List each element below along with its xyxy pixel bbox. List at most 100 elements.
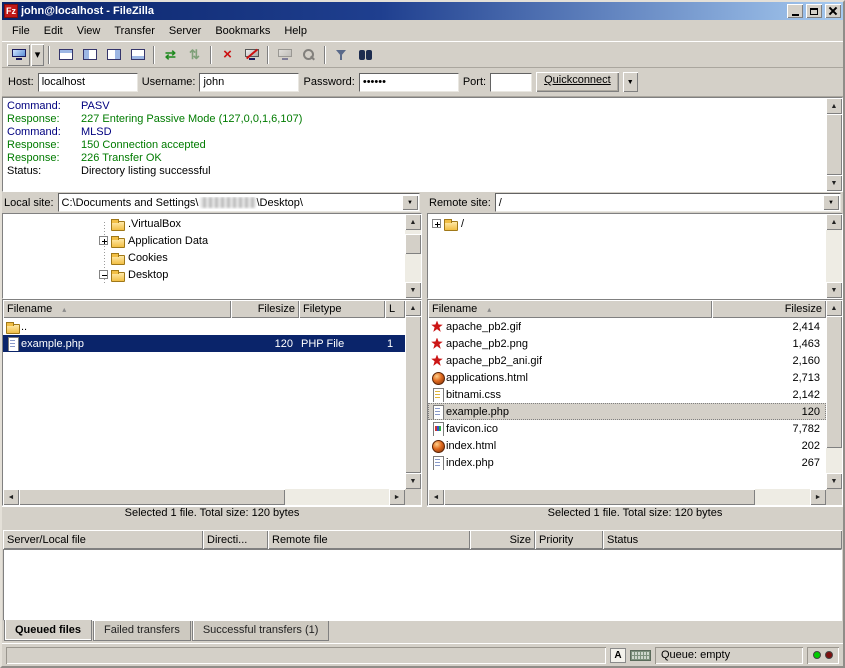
remote-list-hscrollbar[interactable]: ◄ ► [428,489,826,505]
scroll-up-button[interactable]: ▲ [405,214,421,230]
toggle-log-button[interactable] [54,44,77,66]
remote-file-row[interactable]: bitnami.css2,142 [428,386,826,403]
log-scrollbar[interactable]: ▲ ▼ [826,98,842,191]
remote-site-combo[interactable]: / ▼ [495,193,841,212]
local-file-list[interactable]: .. example.php 120 PHP File 1 [3,318,405,489]
titlebar[interactable]: john@localhost - FileZilla [2,2,843,20]
scrollbar-track[interactable] [826,114,842,175]
local-site-combo[interactable]: C:\Documents and Settings\\Desktop\ ▼ [58,193,420,212]
tab-failed-transfers[interactable]: Failed transfers [93,621,191,641]
tree-item[interactable]: Application Data [3,232,405,249]
remote-file-row[interactable]: apache_pb2.gif2,414 [428,318,826,335]
remote-file-row-selected[interactable]: example.php120 [428,403,826,420]
scroll-up-button[interactable]: ▲ [826,214,842,230]
remote-list-scrollbar[interactable]: ▲ ▼ [826,300,842,489]
menu-item-view[interactable]: View [70,22,108,40]
queue-column-size[interactable]: Size [470,530,535,549]
site-manager-button[interactable] [7,44,30,66]
remote-file-row[interactable]: apache_pb2_ani.gif2,160 [428,352,826,369]
find-files-button[interactable] [354,44,377,66]
scrollbar-thumb[interactable] [405,234,421,254]
menu-item-server[interactable]: Server [162,22,208,40]
scrollbar-track[interactable] [405,316,421,473]
local-list-hscrollbar[interactable]: ◄ ► [3,489,405,505]
scroll-down-button[interactable]: ▼ [405,473,421,489]
menu-item-edit[interactable]: Edit [37,22,70,40]
scrollbar-thumb[interactable] [405,316,421,473]
scrollbar-thumb[interactable] [826,114,842,175]
toggle-remote-tree-button[interactable] [102,44,125,66]
local-directory-tree[interactable]: .VirtualBox Application Data Cookies Des… [3,214,405,298]
combo-dropdown-button[interactable]: ▼ [823,195,839,210]
menu-item-transfer[interactable]: Transfer [107,22,162,40]
remote-file-row[interactable]: favicon.ico7,782 [428,420,826,437]
scroll-down-button[interactable]: ▼ [826,473,842,489]
scrollbar-track[interactable] [826,230,842,282]
local-tree-scrollbar[interactable]: ▲ ▼ [405,214,421,298]
scroll-left-button[interactable]: ◄ [428,489,444,505]
tab-queued-files[interactable]: Queued files [4,620,92,641]
remote-file-row[interactable]: index.html202 [428,437,826,454]
tree-item[interactable]: / [428,215,826,232]
expander-icon[interactable] [432,219,441,228]
scrollbar-track[interactable] [826,316,842,473]
toggle-queue-button[interactable] [126,44,149,66]
column-last-modified[interactable]: L [385,300,405,318]
menu-item-help[interactable]: Help [277,22,314,40]
remote-directory-tree[interactable]: / [428,214,826,298]
expander-icon[interactable] [99,236,108,245]
local-file-row[interactable]: .. [3,318,405,335]
quickconnect-button[interactable]: Quickconnect [536,72,619,92]
column-filename[interactable]: Filename▴ [3,300,231,318]
scroll-right-button[interactable]: ► [810,489,826,505]
remote-file-row[interactable]: applications.html2,713 [428,369,826,386]
close-button[interactable] [825,4,841,18]
column-filetype[interactable]: Filetype [299,300,385,318]
scroll-down-button[interactable]: ▼ [826,282,842,298]
port-input[interactable] [490,73,532,92]
scroll-down-button[interactable]: ▼ [826,175,842,191]
scrollbar-thumb[interactable] [826,316,842,448]
local-list-scrollbar[interactable]: ▲ ▼ [405,300,421,489]
scroll-right-button[interactable]: ► [389,489,405,505]
quickconnect-dropdown[interactable]: ▼ [623,72,638,92]
scroll-down-button[interactable]: ▼ [405,282,421,298]
username-input[interactable] [199,73,299,92]
toggle-local-tree-button[interactable] [78,44,101,66]
site-manager-dropdown[interactable]: ▾ [31,44,44,66]
column-filesize[interactable]: Filesize [231,300,299,318]
message-log[interactable]: Command:PASV Response:227 Entering Passi… [2,97,843,192]
scroll-up-button[interactable]: ▲ [405,300,421,316]
remote-file-row[interactable]: apache_pb2.png1,463 [428,335,826,352]
remote-tree-scrollbar[interactable]: ▲ ▼ [826,214,842,298]
menu-item-file[interactable]: File [5,22,37,40]
tree-item[interactable]: Desktop [3,266,405,283]
tab-successful-transfers[interactable]: Successful transfers (1) [192,621,330,641]
filter-button[interactable] [330,44,353,66]
scroll-up-button[interactable]: ▲ [826,300,842,316]
scrollbar-track[interactable] [19,489,389,505]
reconnect-button[interactable] [273,44,296,66]
queue-column-server-local-file[interactable]: Server/Local file [3,530,203,549]
scrollbar-thumb[interactable] [444,489,755,505]
scroll-left-button[interactable]: ◄ [3,489,19,505]
tree-item[interactable]: .VirtualBox [3,215,405,232]
scrollbar-track[interactable] [444,489,810,505]
password-input[interactable] [359,73,459,92]
disconnect-button[interactable] [240,44,263,66]
local-file-row-selected[interactable]: example.php 120 PHP File 1 [3,335,405,352]
tree-item[interactable]: Cookies [3,249,405,266]
search-button[interactable] [297,44,320,66]
queue-column-direction[interactable]: Directi... [203,530,268,549]
minimize-button[interactable] [787,4,803,18]
column-filesize[interactable]: Filesize [712,300,826,318]
transfer-queue-list[interactable] [3,549,842,621]
column-filename[interactable]: Filename▴ [428,300,712,318]
menu-item-bookmarks[interactable]: Bookmarks [208,22,277,40]
cancel-button[interactable]: × [216,44,239,66]
process-queue-button[interactable]: ⇅ [183,44,206,66]
queue-column-status[interactable]: Status [603,530,842,549]
scrollbar-track[interactable] [405,230,421,282]
queue-column-priority[interactable]: Priority [535,530,603,549]
remote-file-row[interactable]: index.php267 [428,454,826,471]
